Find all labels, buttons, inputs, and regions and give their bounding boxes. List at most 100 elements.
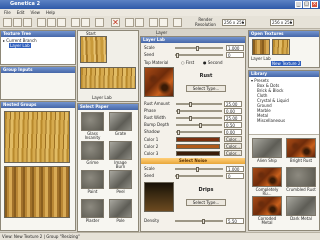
noise-seed-slider[interactable] [175,174,223,179]
paper-plaster[interactable]: Plaster [81,199,104,223]
tile-icon[interactable] [135,18,144,27]
open-texture-label-2[interactable]: New Texture 2 [271,61,302,66]
color-2-swatch[interactable] [176,144,220,149]
library-corroded-metal[interactable]: Corroded Metal [252,196,282,225]
status-bar: View: New Texture 2 | Group "Resizing" [0,232,320,240]
library-thumb-name: Completely Ru... [255,187,279,196]
library-dark-metal[interactable]: Dark Metal [286,196,316,221]
layer-lab-properties-title: Layer Lab [141,37,245,43]
paper-grime[interactable]: Grime [81,141,104,165]
scale-slider[interactable] [175,46,223,51]
color-3-button[interactable]: Color... [224,150,242,156]
cut-icon[interactable] [37,18,46,27]
texture-tree-panel: Texture Tree ▸ Current Branch Layer Lab [0,30,76,65]
paper-paint[interactable]: Paint [81,170,104,194]
select-noise-header[interactable]: Select Noise [141,158,245,164]
preview-icon[interactable] [125,18,134,27]
copy-icon[interactable] [47,18,56,27]
bump-depth-slider[interactable] [176,123,222,128]
rust-width-slider[interactable] [176,116,222,121]
phase-slider[interactable] [176,109,222,114]
open-icon[interactable] [13,18,22,27]
color-1-button[interactable]: Color... [224,136,242,142]
save-icon[interactable] [23,18,32,27]
close-window-button[interactable]: × [311,1,318,8]
zoom-out-icon[interactable] [159,18,168,27]
bump-depth-input[interactable]: 0.50 [224,122,242,128]
noise-scale-slider[interactable] [175,167,223,172]
resolution-select-2[interactable]: 256 x 256 [270,19,294,26]
thumbnail [109,170,132,189]
library-item-miscellaneous[interactable]: Miscellaneous [251,118,317,123]
noise-scale-input[interactable]: 1.000 [226,166,244,172]
library-completely-rusted[interactable]: Completely Ru... [252,167,282,196]
thumbnail [252,138,282,158]
library-thumb-name: Corroded Metal [257,216,277,225]
redo-icon[interactable] [81,18,90,27]
new-icon[interactable] [3,18,12,27]
seed-slider[interactable] [175,53,223,58]
thumbnail [109,112,132,131]
group-icon[interactable] [95,18,104,27]
shadow-input[interactable]: 0.00 [224,129,242,135]
start-node-thumbnail[interactable] [80,36,107,63]
menu-edit[interactable]: Edit [17,9,25,16]
density-label: Density [144,218,160,223]
resolution-select[interactable]: 256 x 256 [222,19,246,26]
drips-select-type-button[interactable]: Select Type... [186,199,226,206]
top-material-label: Top Material [144,60,169,65]
zoom-in-icon[interactable] [149,18,158,27]
color-2-label: Color 2 [144,144,159,149]
minimize-button[interactable]: _ [295,1,302,8]
density-slider[interactable] [175,219,223,224]
density-input[interactable]: 5.50 [226,218,244,224]
tree-item-layer-lab[interactable]: Layer Lab [3,43,73,48]
paper-glass-insanity[interactable]: Glass Insanity [81,112,104,140]
paper-pole[interactable]: Pole [109,199,132,223]
rust-amount-slider[interactable] [176,102,222,107]
library-crumbled-rust[interactable]: Crumbled Rust [286,167,316,192]
open-texture-thumb-2[interactable] [272,39,290,55]
library-alien-ship[interactable]: Alien Ship [252,138,282,163]
thumbnail [81,112,104,131]
render-icon[interactable] [173,18,182,27]
rust-width-input[interactable]: 25.00 [224,115,242,121]
phase-input[interactable]: 0.00 [224,108,242,114]
nested-group-preview-2[interactable] [4,166,70,218]
menu-help[interactable]: Help [46,9,55,16]
open-texture-thumb-1[interactable] [252,39,270,55]
rust-amount-input[interactable]: 25.00 [224,101,242,107]
color-1-swatch[interactable] [176,137,220,142]
menu-file[interactable]: File [4,9,11,16]
paper-grate[interactable]: Grate [109,112,132,136]
open-textures-title: Open Textures [249,31,319,37]
maximize-button[interactable]: □ [303,1,310,8]
paper-image-burn[interactable]: Image Burn [109,141,132,169]
paper-name: Paint [87,189,98,194]
noise-scale-label: Scale [144,166,155,171]
shadow-slider[interactable] [176,130,222,135]
seed-label: Seed [144,52,154,57]
layer-lab-node-thumbnail[interactable] [80,67,136,89]
thumbnail [109,141,132,160]
open-texture-label-1[interactable]: Layer Lab [251,56,271,61]
seed-input[interactable]: 0 [226,52,244,58]
color-2-button[interactable]: Color... [224,143,242,149]
radio-first[interactable]: ○ First [181,60,194,65]
paper-name: Glass Insanity [84,131,101,140]
color-3-label: Color 3 [144,151,159,156]
menu-view[interactable]: View [30,9,40,16]
library-bright-rust[interactable]: Bright Rust [286,138,316,163]
scale-label: Scale [144,45,155,50]
select-type-button[interactable]: Select Type... [186,85,226,92]
noise-seed-input[interactable]: 0 [226,173,244,179]
undo-icon[interactable] [71,18,80,27]
delete-icon[interactable]: ✕ [111,18,120,27]
paste-icon[interactable] [57,18,66,27]
nested-group-preview[interactable] [4,111,70,163]
radio-second[interactable]: ● Second [203,60,223,65]
node-workspace[interactable]: Start Layer Lab [77,30,139,102]
paper-peel[interactable]: Peel [109,170,132,194]
scale-input[interactable]: 1.000 [226,45,244,51]
color-3-swatch[interactable] [176,151,220,156]
